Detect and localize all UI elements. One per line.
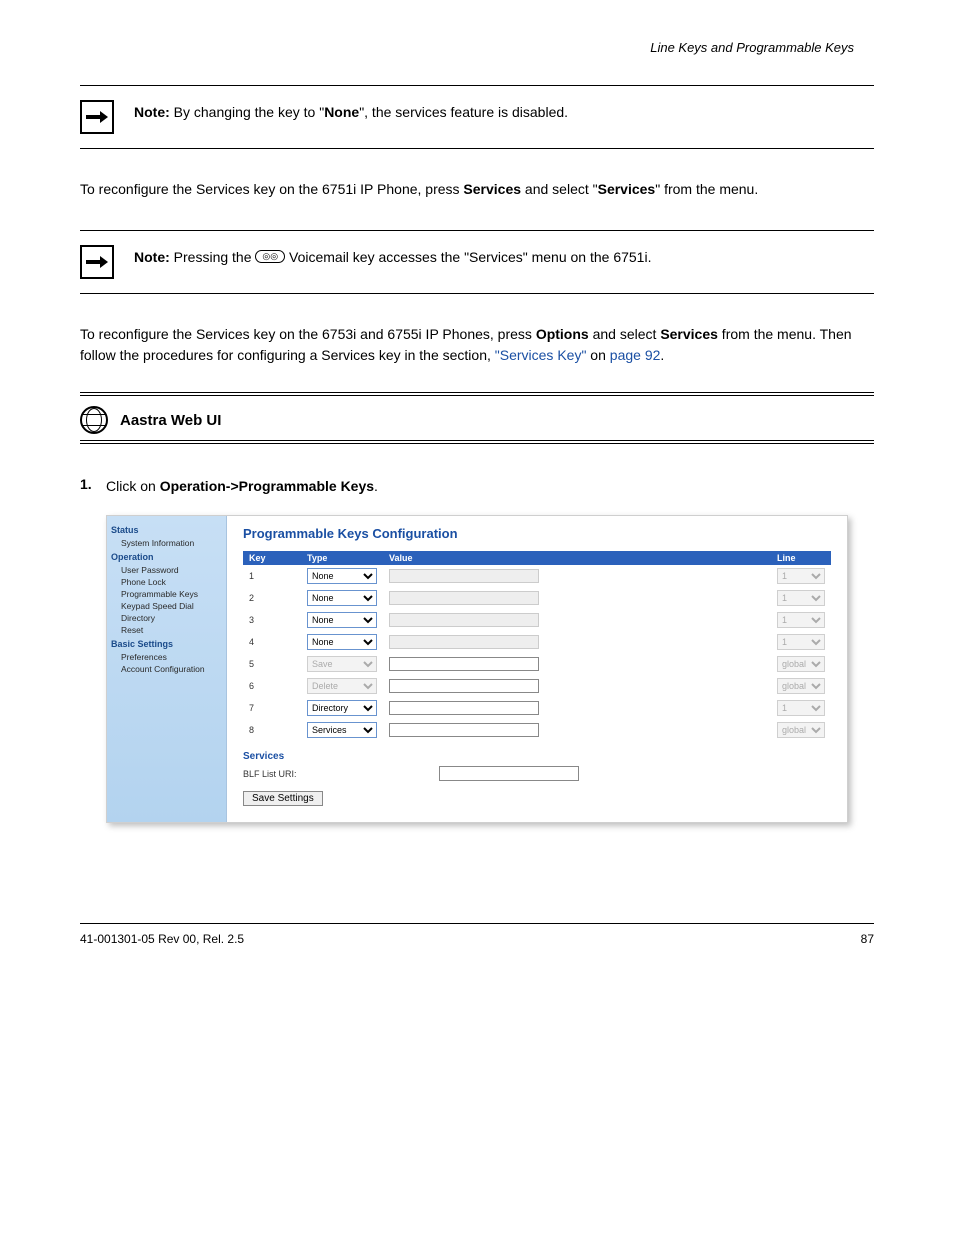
sidebar-item-programmable-keys[interactable]: Programmable Keys bbox=[111, 588, 222, 600]
cell-key: 5 bbox=[243, 653, 301, 675]
page-footer: 41-001301-05 Rev 00, Rel. 2.5 87 bbox=[80, 923, 874, 946]
sidebar-group-operation: Operation bbox=[111, 552, 222, 562]
globe-icon bbox=[80, 406, 108, 434]
sidebar-item-phone-lock[interactable]: Phone Lock bbox=[111, 576, 222, 588]
table-row: 4 None 1 bbox=[243, 631, 831, 653]
value-input bbox=[389, 569, 539, 583]
value-input[interactable] bbox=[389, 657, 539, 671]
panel-title: Programmable Keys Configuration bbox=[243, 526, 831, 541]
table-row: 6 Delete global bbox=[243, 675, 831, 697]
sidebar: Status System Information Operation User… bbox=[107, 516, 227, 822]
sidebar-item-reset[interactable]: Reset bbox=[111, 624, 222, 636]
table-row: 5 Save global bbox=[243, 653, 831, 675]
table-row: 8 Services global bbox=[243, 719, 831, 741]
sidebar-item-preferences[interactable]: Preferences bbox=[111, 651, 222, 663]
panel-content: Programmable Keys Configuration Key Type… bbox=[227, 516, 847, 822]
cell-key: 6 bbox=[243, 675, 301, 697]
type-select[interactable]: None bbox=[307, 634, 377, 650]
value-input[interactable] bbox=[389, 723, 539, 737]
cell-key: 3 bbox=[243, 609, 301, 631]
value-input[interactable] bbox=[389, 679, 539, 693]
line-select: global bbox=[777, 678, 825, 694]
col-header-value: Value bbox=[383, 551, 771, 565]
line-select: global bbox=[777, 722, 825, 738]
page-header: Line Keys and Programmable Keys bbox=[80, 40, 874, 55]
type-select[interactable]: Directory bbox=[307, 700, 377, 716]
table-row: 1 None 1 bbox=[243, 565, 831, 587]
voicemail-icon: ◎◎ bbox=[255, 250, 285, 263]
keys-table: Key Type Value Line 1None12None13None14N… bbox=[243, 551, 831, 741]
footer-left: 41-001301-05 Rev 00, Rel. 2.5 bbox=[80, 932, 244, 946]
type-select: Save bbox=[307, 656, 377, 672]
col-header-type: Type bbox=[301, 551, 383, 565]
col-header-key: Key bbox=[243, 551, 301, 565]
table-row: 3 None 1 bbox=[243, 609, 831, 631]
webui-title: Aastra Web UI bbox=[120, 412, 221, 429]
cell-key: 2 bbox=[243, 587, 301, 609]
type-select[interactable]: None bbox=[307, 590, 377, 606]
line-select: 1 bbox=[777, 612, 825, 628]
type-select: Delete bbox=[307, 678, 377, 694]
step-1: 1. Click on Operation->Programmable Keys… bbox=[80, 476, 874, 497]
step-number: 1. bbox=[80, 476, 106, 497]
cell-key: 4 bbox=[243, 631, 301, 653]
line-select: 1 bbox=[777, 590, 825, 606]
col-header-line: Line bbox=[771, 551, 831, 565]
table-row: 7 Directory 1 bbox=[243, 697, 831, 719]
arrow-right-icon bbox=[80, 245, 114, 279]
blf-list-uri-input[interactable] bbox=[439, 766, 579, 781]
line-select: 1 bbox=[777, 700, 825, 716]
header-right-text: Line Keys and Programmable Keys bbox=[650, 40, 854, 55]
value-input[interactable] bbox=[389, 701, 539, 715]
table-row: 2 None 1 bbox=[243, 587, 831, 609]
value-input bbox=[389, 613, 539, 627]
note-block-2: Note: Pressing the ◎◎ Voicemail key acce… bbox=[80, 230, 874, 294]
cell-key: 8 bbox=[243, 719, 301, 741]
services-section-label: Services bbox=[243, 751, 831, 762]
cell-key: 7 bbox=[243, 697, 301, 719]
body-paragraph-1: To reconfigure the Services key on the 6… bbox=[80, 179, 874, 200]
note-2-text: Note: Pressing the ◎◎ Voicemail key acce… bbox=[134, 245, 874, 268]
note-1-text: Note: By changing the key to "None", the… bbox=[134, 100, 874, 123]
sidebar-group-basic-settings: Basic Settings bbox=[111, 639, 222, 649]
sidebar-item-system-information[interactable]: System Information bbox=[111, 537, 222, 549]
body-paragraph-2: To reconfigure the Services key on the 6… bbox=[80, 324, 874, 366]
line-select: global bbox=[777, 656, 825, 672]
sidebar-item-directory[interactable]: Directory bbox=[111, 612, 222, 624]
type-select[interactable]: None bbox=[307, 568, 377, 584]
save-settings-button[interactable]: Save Settings bbox=[243, 791, 323, 806]
line-select: 1 bbox=[777, 568, 825, 584]
type-select[interactable]: None bbox=[307, 612, 377, 628]
sidebar-item-account-configuration[interactable]: Account Configuration bbox=[111, 663, 222, 675]
blf-list-uri-label: BLF List URI: bbox=[243, 769, 439, 779]
note-block-1: Note: By changing the key to "None", the… bbox=[80, 85, 874, 149]
type-select[interactable]: Services bbox=[307, 722, 377, 738]
admin-panel: Status System Information Operation User… bbox=[106, 515, 848, 823]
cell-key: 1 bbox=[243, 565, 301, 587]
sidebar-group-status: Status bbox=[111, 525, 222, 535]
value-input bbox=[389, 591, 539, 605]
footer-right: 87 bbox=[861, 932, 874, 946]
arrow-right-icon bbox=[80, 100, 114, 134]
line-select: 1 bbox=[777, 634, 825, 650]
sidebar-item-keypad-speed-dial[interactable]: Keypad Speed Dial bbox=[111, 600, 222, 612]
value-input bbox=[389, 635, 539, 649]
sidebar-item-user-password[interactable]: User Password bbox=[111, 564, 222, 576]
